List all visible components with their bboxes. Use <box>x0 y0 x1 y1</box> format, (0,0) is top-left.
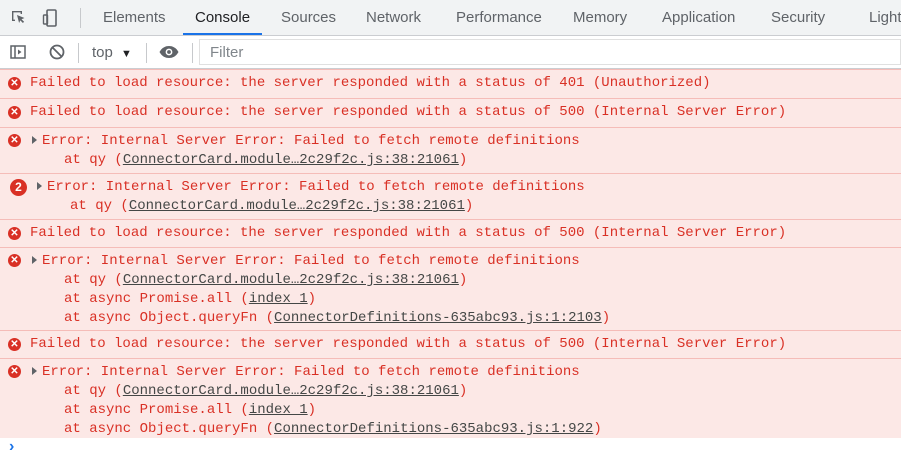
context-selector[interactable]: top ▼ <box>92 36 132 69</box>
console-message: ✕ Failed to load resource: the server re… <box>0 69 901 98</box>
error-icon: ✕ <box>8 365 21 378</box>
console-message: ✕ Failed to load resource: the server re… <box>0 98 901 127</box>
error-icon: ✕ <box>8 77 21 90</box>
error-icon: ✕ <box>8 134 21 147</box>
tab-bar-divider <box>80 8 81 28</box>
device-toolbar-icon[interactable] <box>40 7 62 29</box>
console-message: ✕ Error: Internal Server Error: Failed t… <box>0 247 901 330</box>
tab-lighthouse[interactable]: Light <box>869 0 901 35</box>
tab-application[interactable]: Application <box>662 0 735 35</box>
source-link[interactable]: ConnectorCard.module…2c29f2c.js:38:21061 <box>123 152 459 168</box>
tab-performance[interactable]: Performance <box>456 0 542 35</box>
console-message: ✕ Error: Internal Server Error: Failed t… <box>0 127 901 173</box>
error-header[interactable]: Error: Internal Server Error: Failed to … <box>42 252 580 271</box>
message-text: Failed to load resource: the server resp… <box>30 75 711 91</box>
chevron-down-icon: ▼ <box>121 48 132 60</box>
toolbar-divider <box>192 43 193 63</box>
error-header[interactable]: Error: Internal Server Error: Failed to … <box>42 363 580 382</box>
message-text: Failed to load resource: the server resp… <box>30 104 787 120</box>
source-link[interactable]: index 1 <box>249 402 308 418</box>
message-text: Failed to load resource: the server resp… <box>30 225 787 241</box>
repeat-count-badge: 2 <box>10 179 27 196</box>
console-message: 2 Error: Internal Server Error: Failed t… <box>0 173 901 219</box>
tab-network[interactable]: Network <box>366 0 421 35</box>
error-header[interactable]: Error: Internal Server Error: Failed to … <box>47 178 585 197</box>
source-link[interactable]: ConnectorDefinitions-635abc93.js:1:922 <box>274 421 593 437</box>
toolbar-divider <box>146 43 147 63</box>
expand-triangle-icon[interactable] <box>32 367 37 375</box>
console-message: ✕ Failed to load resource: the server re… <box>0 330 901 358</box>
tab-memory[interactable]: Memory <box>573 0 627 35</box>
expand-triangle-icon[interactable] <box>37 182 42 190</box>
console-message: ✕ Failed to load resource: the server re… <box>0 219 901 247</box>
error-icon: ✕ <box>8 106 21 119</box>
console-prompt-chevron-icon[interactable]: › <box>9 438 29 468</box>
console-toolbar: top ▼ <box>0 36 901 69</box>
context-selector-label: top <box>92 44 113 61</box>
source-link[interactable]: ConnectorDefinitions-635abc93.js:1:2103 <box>274 310 602 326</box>
filter-input[interactable] <box>199 39 901 65</box>
error-icon: ✕ <box>8 227 21 240</box>
stack-frame: at qy (ConnectorCard.module…2c29f2c.js:3… <box>70 198 474 214</box>
stack-frame: at qy (ConnectorCard.module…2c29f2c.js:3… <box>64 383 468 399</box>
error-icon: ✕ <box>8 254 21 267</box>
tab-elements[interactable]: Elements <box>103 0 166 35</box>
source-link[interactable]: ConnectorCard.module…2c29f2c.js:38:21061 <box>129 198 465 214</box>
source-link[interactable]: ConnectorCard.module…2c29f2c.js:38:21061 <box>123 272 459 288</box>
stack-frame: at qy (ConnectorCard.module…2c29f2c.js:3… <box>64 152 468 168</box>
sidebar-toggle-icon[interactable] <box>7 41 29 63</box>
expand-triangle-icon[interactable] <box>32 256 37 264</box>
error-icon: ✕ <box>8 338 21 351</box>
eye-icon[interactable] <box>158 41 180 63</box>
console-messages: ✕ Failed to load resource: the server re… <box>0 69 901 438</box>
tab-sources[interactable]: Sources <box>281 0 336 35</box>
message-text: Failed to load resource: the server resp… <box>30 336 787 352</box>
stack-frame: at async Object.queryFn (ConnectorDefini… <box>64 421 602 437</box>
source-link[interactable]: ConnectorCard.module…2c29f2c.js:38:21061 <box>123 383 459 399</box>
stack-frame: at qy (ConnectorCard.module…2c29f2c.js:3… <box>64 272 468 288</box>
stack-frame: at async Promise.all (index 1) <box>64 402 317 418</box>
stack-frame: at async Promise.all (index 1) <box>64 291 317 307</box>
tab-security[interactable]: Security <box>771 0 825 35</box>
devtools-tab-bar: Elements Console Sources Network Perform… <box>0 0 901 36</box>
toolbar-divider <box>78 43 79 63</box>
source-link[interactable]: index 1 <box>249 291 308 307</box>
stack-frame: at async Object.queryFn (ConnectorDefini… <box>64 310 611 326</box>
tab-console[interactable]: Console <box>183 0 263 35</box>
inspect-element-icon[interactable] <box>8 7 30 29</box>
error-header[interactable]: Error: Internal Server Error: Failed to … <box>42 132 580 151</box>
expand-triangle-icon[interactable] <box>32 136 37 144</box>
clear-console-icon[interactable] <box>46 41 68 63</box>
console-message: ✕ Error: Internal Server Error: Failed t… <box>0 358 901 438</box>
